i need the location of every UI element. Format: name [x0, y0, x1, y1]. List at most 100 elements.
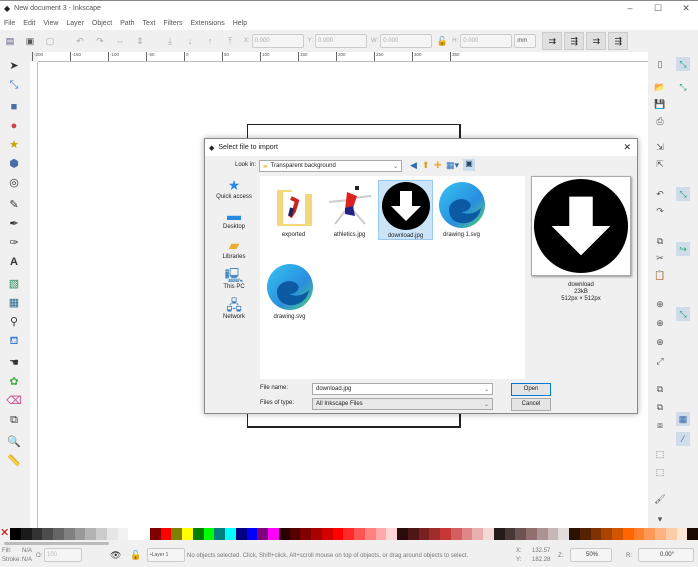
color-swatch[interactable] — [536, 528, 548, 540]
color-swatch[interactable] — [418, 528, 430, 540]
color-swatch[interactable] — [515, 528, 526, 540]
y-input[interactable]: 0.000 — [315, 34, 368, 48]
color-swatch[interactable] — [622, 528, 634, 540]
color-swatch[interactable] — [128, 528, 139, 540]
color-swatch[interactable] — [53, 528, 64, 540]
paint-bucket-tool-icon[interactable]: ⛾ — [6, 333, 22, 349]
measure-tool-icon[interactable]: 📏 — [6, 453, 22, 469]
select-all-layers-icon[interactable]: ▣ — [24, 35, 36, 47]
look-in-select[interactable]: ▰ Transparent background ⌄ — [259, 160, 402, 172]
snap-centers-icon[interactable]: ⤡ — [676, 307, 690, 321]
menu-path[interactable]: Path — [120, 20, 134, 27]
place-quick-access[interactable]: ★ Quick access — [209, 176, 259, 200]
snap-toggle-icon[interactable]: ⤡ — [676, 57, 690, 71]
file-list[interactable]: exported athletics.jpg download.jpg drawing… — [260, 176, 525, 379]
pencil-tool-icon[interactable]: ✎ — [6, 197, 22, 213]
file-item[interactable]: exported — [266, 180, 321, 238]
transform-patterns-button[interactable]: ⇶ — [608, 32, 629, 50]
tweak-tool-icon[interactable]: ☚ — [6, 355, 22, 371]
color-swatch[interactable] — [182, 528, 193, 540]
star-tool-icon[interactable]: ★ — [6, 137, 22, 153]
snap-nodes-icon[interactable]: ⤡ — [676, 187, 690, 201]
scale-corners-button[interactable]: ⇶ — [564, 32, 585, 50]
color-swatch[interactable] — [569, 528, 580, 540]
color-swatch[interactable] — [687, 528, 698, 540]
raise-icon[interactable]: ↑ — [204, 35, 216, 47]
snap-grid-icon[interactable]: ▦ — [676, 412, 690, 426]
color-swatch[interactable] — [321, 528, 333, 540]
zoom-selection-icon[interactable]: ⊕ — [653, 297, 667, 311]
color-swatch[interactable] — [139, 528, 150, 540]
snap-guide-icon[interactable]: ⁄ — [676, 432, 690, 446]
scroll-down-icon[interactable]: ▾ — [653, 512, 667, 526]
connector-tool-icon[interactable]: ⧉ — [6, 412, 22, 428]
layer-select[interactable]: •Layer 1 — [147, 548, 185, 562]
rectangle-tool-icon[interactable]: ■ — [6, 99, 22, 115]
color-swatch[interactable] — [289, 528, 301, 540]
paste-icon[interactable]: 📋 — [653, 268, 667, 282]
color-swatch[interactable] — [558, 528, 569, 540]
menu-object[interactable]: Object — [92, 20, 112, 27]
file-item[interactable]: drawing 1.svg — [434, 180, 489, 238]
color-swatch[interactable] — [493, 528, 505, 540]
color-swatch[interactable] — [397, 528, 408, 540]
unit-select[interactable]: mm — [514, 34, 537, 48]
file-item[interactable]: download.jpg — [378, 180, 433, 240]
save-icon[interactable]: 💾 — [653, 97, 667, 111]
place-this-pc[interactable]: 🖳 This PC — [209, 266, 259, 290]
color-swatch[interactable] — [440, 528, 451, 540]
color-swatch[interactable] — [612, 528, 623, 540]
clone-icon[interactable]: ⧉ — [653, 400, 667, 414]
no-paint-icon[interactable]: ✕ — [0, 528, 10, 540]
color-swatch[interactable] — [203, 528, 215, 540]
new-folder-icon[interactable]: ✚ — [434, 160, 442, 171]
lower-bottom-icon[interactable]: ⤓ — [164, 35, 176, 47]
place-network[interactable]: 🖧 Network — [209, 296, 259, 320]
scale-stroke-button[interactable]: ⇉ — [542, 32, 563, 50]
color-swatch[interactable] — [20, 528, 32, 540]
menu-text[interactable]: Text — [143, 20, 156, 27]
import-icon[interactable]: ⇲ — [653, 140, 667, 154]
color-swatch[interactable] — [257, 528, 268, 540]
color-swatch[interactable] — [579, 528, 591, 540]
group-icon[interactable]: ⬚ — [653, 447, 667, 461]
color-swatch[interactable] — [268, 528, 279, 540]
zoom-page-icon[interactable]: ⊕ — [653, 335, 667, 349]
new-document-icon[interactable]: ▯ — [653, 57, 667, 71]
file-type-select[interactable]: All Inkscape Files ⌄ — [312, 398, 493, 410]
color-swatch[interactable] — [547, 528, 559, 540]
menu-layer[interactable]: Layer — [66, 20, 84, 27]
color-swatch[interactable] — [461, 528, 473, 540]
color-swatch[interactable] — [85, 528, 96, 540]
redo-icon[interactable]: ↷ — [653, 204, 667, 218]
back-icon[interactable]: ◀ — [410, 160, 417, 171]
ungroup-icon[interactable]: ⬚ — [653, 465, 667, 479]
zoom-drawing-icon[interactable]: ⊕ — [653, 316, 667, 330]
color-swatch[interactable] — [655, 528, 666, 540]
lower-icon[interactable]: ↓ — [184, 35, 196, 47]
print-icon[interactable]: ⎙ — [653, 114, 667, 128]
up-folder-icon[interactable]: ⬆ — [422, 160, 430, 171]
color-swatch[interactable] — [192, 528, 204, 540]
maximize-button[interactable]: ☐ — [648, 3, 668, 14]
color-swatch[interactable] — [225, 528, 236, 540]
preview-toggle-icon[interactable]: ▣ — [463, 159, 475, 171]
color-swatch[interactable] — [63, 528, 75, 540]
deselect-icon[interactable]: ▢ — [44, 35, 56, 47]
copy-icon[interactable]: ⧉ — [653, 234, 667, 248]
h-input[interactable]: 0.000 — [460, 34, 513, 48]
place-desktop[interactable]: ▬ Desktop — [209, 206, 259, 230]
eraser-tool-icon[interactable]: ⌫ — [6, 393, 22, 409]
close-button[interactable]: ✕ — [676, 3, 696, 14]
rotate-ccw-icon[interactable]: ↶ — [74, 35, 86, 47]
pen-tool-icon[interactable]: ✒ — [6, 216, 22, 232]
color-swatch[interactable] — [450, 528, 462, 540]
color-palette[interactable]: ✕ — [0, 528, 698, 541]
mesh-tool-icon[interactable]: ▦ — [6, 295, 22, 311]
color-swatch[interactable] — [386, 528, 397, 540]
gradient-tool-icon[interactable]: ▧ — [6, 276, 22, 292]
color-swatch[interactable] — [354, 528, 365, 540]
file-name-input[interactable]: download.jpg ⌄ — [312, 383, 493, 395]
color-swatch[interactable] — [472, 528, 483, 540]
color-swatch[interactable] — [665, 528, 677, 540]
